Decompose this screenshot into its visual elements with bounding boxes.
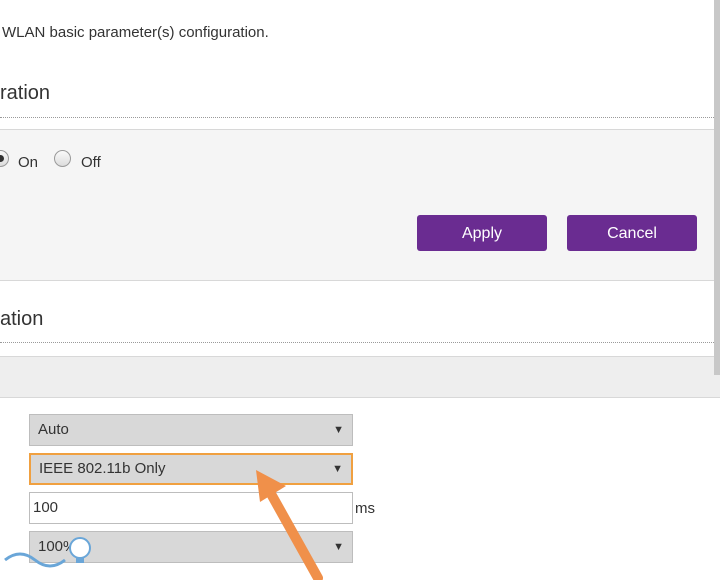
cancel-button[interactable]: Cancel [567, 215, 697, 251]
select-value: IEEE 802.11b Only [39, 460, 166, 477]
radio-off-label: Off [81, 154, 101, 171]
scrollbar[interactable] [714, 0, 720, 375]
radio-off[interactable] [54, 150, 71, 167]
chevron-down-icon: ▼ [333, 424, 344, 436]
section-divider [0, 342, 718, 343]
apply-button[interactable]: Apply [417, 215, 547, 251]
section-divider [0, 117, 718, 118]
select-value: Auto [38, 421, 69, 438]
interval-unit: ms [355, 500, 375, 517]
watermark-logo-icon [4, 537, 91, 568]
annotation-arrow-icon [256, 470, 323, 580]
settings-panel-1 [0, 129, 720, 281]
settings-panel-header [0, 356, 720, 398]
page-description: WLAN basic parameter(s) configuration. [2, 24, 269, 41]
radio-on-label: On [18, 154, 39, 171]
select-auto[interactable]: Auto ▼ [29, 414, 353, 446]
section-title-1: ration [0, 82, 51, 104]
section-title-2: ation [0, 308, 44, 330]
